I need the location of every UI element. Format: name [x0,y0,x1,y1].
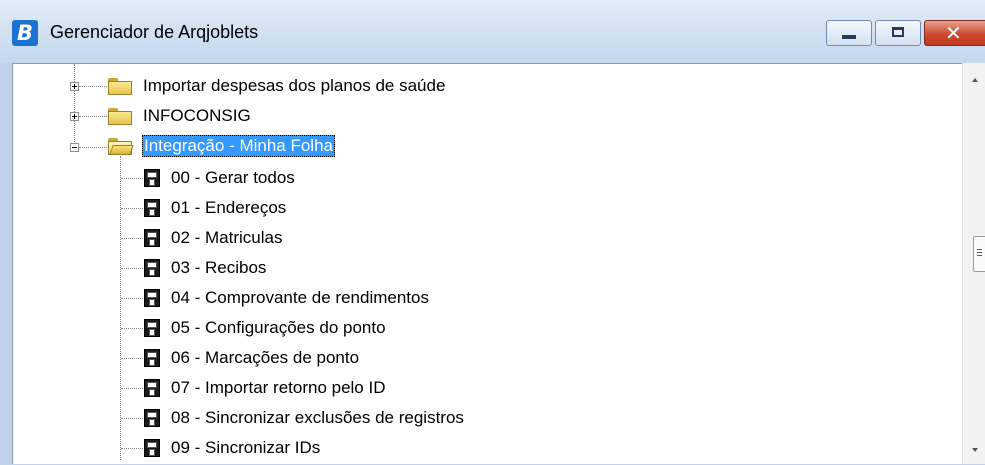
close-button[interactable]: ✕ [924,20,985,46]
tree-connector [79,116,107,117]
tree-item[interactable]: 08 - Sincronizar exclusões de registros [171,407,464,429]
window-title: Gerenciador de Arqjoblets [50,22,259,42]
tree-folder-label-selected[interactable]: Integração - Minha Folha [142,135,335,157]
app-icon: B [12,20,38,46]
close-icon: ✕ [945,21,962,45]
scroll-down-arrow-icon[interactable] [972,448,978,452]
tree-connector [120,156,121,460]
collapse-toggle[interactable] [70,143,79,152]
joblet-icon [144,319,160,337]
tree-item[interactable]: 07 - Importar retorno pelo ID [171,377,385,399]
tree-item[interactable]: 03 - Recibos [171,257,266,279]
tree-item[interactable]: 09 - Sincronizar IDs [171,437,320,459]
expand-toggle[interactable] [70,112,79,121]
tree-view[interactable]: Importar despesas dos planos de saúde IN… [13,64,963,465]
joblet-icon [144,379,160,397]
joblet-icon [144,169,160,187]
tree-connector [121,238,143,239]
joblet-icon [144,199,160,217]
joblet-icon [144,259,160,277]
tree-item[interactable]: 00 - Gerar todos [171,167,295,189]
open-folder-icon [108,138,134,155]
tree-connector [121,388,143,389]
tree-connector [121,418,143,419]
folder-icon [108,78,132,95]
expand-toggle[interactable] [70,82,79,91]
tree-connector [79,86,107,87]
joblet-icon [144,229,160,247]
joblet-icon [144,439,160,457]
tree-connector [121,178,143,179]
tree-item[interactable]: 05 - Configurações do ponto [171,317,386,339]
maximize-button[interactable] [875,20,921,46]
tree-item[interactable]: 04 - Comprovante de rendimentos [171,287,429,309]
tree-connector [121,268,143,269]
joblet-icon [144,409,160,427]
scrollbar-thumb[interactable] [973,236,985,272]
joblet-icon [144,349,160,367]
tree-connector [121,358,143,359]
title-bar[interactable]: B Gerenciador de Arqjoblets ✕ [0,0,985,63]
maximize-icon [892,27,904,37]
tree-connector [79,147,107,148]
tree-item[interactable]: 02 - Matriculas [171,227,282,249]
tree-item[interactable]: 01 - Endereços [171,197,286,219]
grip-icon [977,249,982,250]
minimize-button[interactable] [826,20,872,46]
folder-icon [108,108,132,125]
tree-connector [121,298,143,299]
joblet-icon [144,289,160,307]
tree-connector [121,448,143,449]
tree-connector [121,208,143,209]
scroll-up-arrow-icon[interactable] [972,78,978,82]
tree-connector [74,64,75,148]
tree-folder-label[interactable]: Importar despesas dos planos de saúde [143,75,445,97]
tree-folder-label[interactable]: INFOCONSIG [143,105,251,127]
tree-panel: Importar despesas dos planos de saúde IN… [12,63,985,464]
tree-connector [121,328,143,329]
tree-item[interactable]: 06 - Marcações de ponto [171,347,359,369]
minimize-icon [842,35,856,39]
